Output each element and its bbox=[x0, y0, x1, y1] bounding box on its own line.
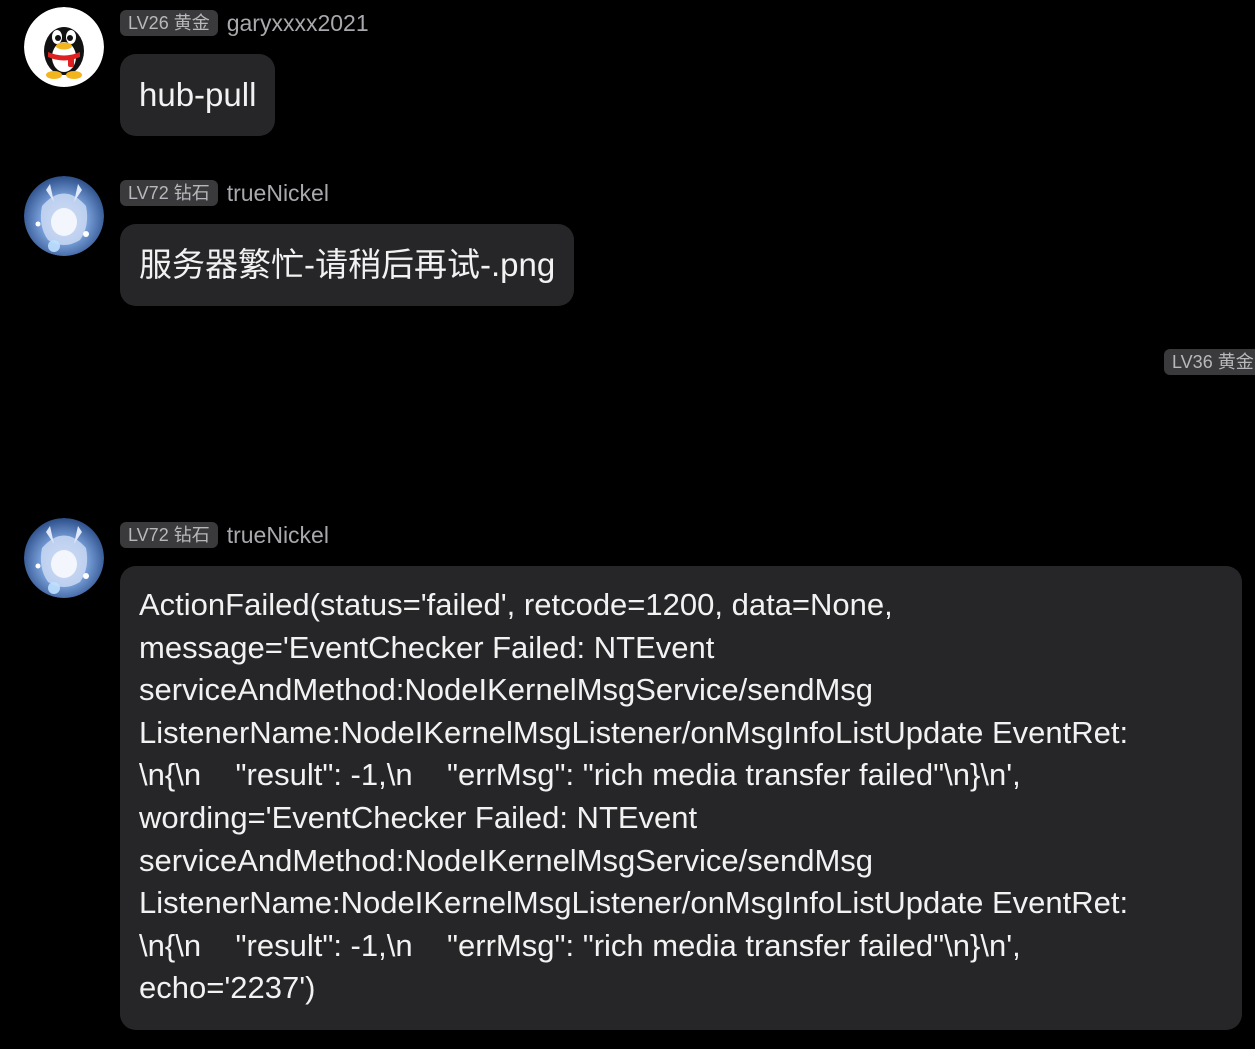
anime-character-icon bbox=[24, 176, 104, 256]
anime-character-icon bbox=[24, 518, 104, 598]
level-badge: LV72 钻石 bbox=[120, 522, 218, 548]
level-badge: LV26 黄金 bbox=[120, 10, 218, 36]
level-badge: LV36 黄金 bbox=[1164, 349, 1255, 375]
username[interactable]: garyxxxx2021 bbox=[227, 10, 369, 37]
username[interactable]: trueNickel bbox=[227, 522, 329, 549]
message-meta: LV26 黄金 garyxxxx2021 bbox=[120, 8, 369, 38]
level-badge: LV72 钻石 bbox=[120, 180, 218, 206]
qq-penguin-avatar[interactable] bbox=[24, 7, 104, 87]
message-meta: LV72 钻石 trueNickel bbox=[120, 520, 329, 550]
message-meta: LV72 钻石 trueNickel bbox=[120, 178, 329, 208]
username[interactable]: trueNickel bbox=[227, 180, 329, 207]
message-bubble[interactable]: 服务器繁忙-请稍后再试-.png bbox=[120, 224, 575, 306]
anime-character-avatar[interactable] bbox=[24, 518, 104, 598]
message-bubble[interactable]: hub-pull bbox=[120, 54, 276, 136]
anime-character-avatar[interactable] bbox=[24, 176, 104, 256]
penguin-icon bbox=[24, 7, 104, 87]
message-bubble[interactable]: ActionFailed(status='failed', retcode=12… bbox=[120, 566, 1242, 1030]
